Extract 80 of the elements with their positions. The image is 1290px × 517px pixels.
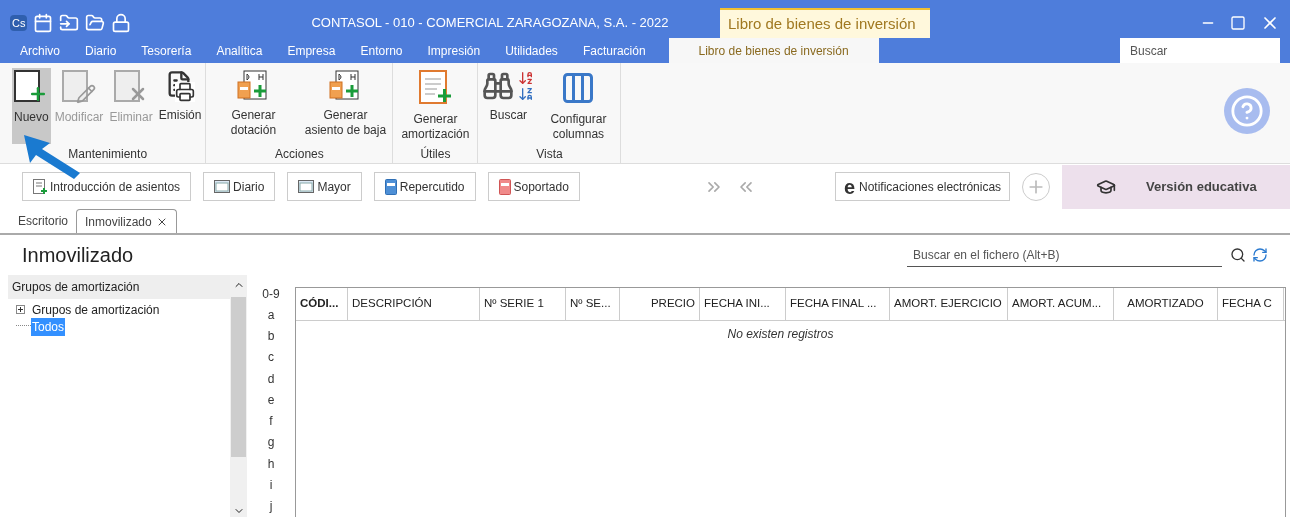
column-header[interactable]: AMORT. ACUM... bbox=[1008, 288, 1114, 320]
folder-open-icon[interactable] bbox=[85, 13, 106, 33]
group-label: Vista bbox=[535, 146, 564, 163]
column-header[interactable]: AMORTIZADO bbox=[1114, 288, 1218, 320]
maximize-icon[interactable] bbox=[1230, 15, 1246, 31]
scrollbar[interactable] bbox=[230, 275, 247, 517]
book-icon bbox=[498, 178, 511, 195]
lock-icon[interactable] bbox=[111, 13, 132, 33]
edition-banner: Versión educativa bbox=[1062, 164, 1290, 209]
expand-toggle[interactable] bbox=[16, 305, 25, 314]
column-header[interactable]: Nº SE... bbox=[566, 288, 620, 320]
group-label: Útiles bbox=[419, 145, 452, 163]
ribbon-button[interactable]: Buscar bbox=[480, 68, 537, 144]
window-title: CONTASOL - 010 - COMERCIAL ZARAGOZANA, S.A. - 2022 bbox=[310, 14, 670, 33]
context-title: Libro de bienes de inversión bbox=[720, 8, 930, 38]
menu-tab[interactable]: Impresión bbox=[417, 38, 491, 63]
menu-tab[interactable]: Diario bbox=[75, 38, 127, 63]
letter-filter[interactable]: d bbox=[267, 368, 275, 390]
sort-descending-icon bbox=[518, 86, 535, 102]
letter-filter[interactable]: g bbox=[267, 431, 275, 454]
shortcut-button[interactable]: Repercutido bbox=[373, 172, 476, 201]
menu-tab[interactable]: Entorno bbox=[350, 38, 413, 63]
group-label: Mantenimiento bbox=[67, 146, 149, 163]
document-tab[interactable]: Inmovilizado bbox=[76, 209, 177, 233]
sort-ascending-icon bbox=[518, 70, 535, 86]
ribbon-button[interactable]: Configurar columnas bbox=[538, 68, 619, 144]
column-header[interactable]: PRECIO bbox=[620, 288, 700, 320]
letter-filter[interactable]: c bbox=[268, 346, 274, 369]
page-title: Inmovilizado bbox=[22, 243, 134, 268]
document-tab[interactable]: Escritorio bbox=[10, 209, 76, 233]
search-icon[interactable] bbox=[1230, 247, 1246, 263]
refresh-icon[interactable] bbox=[1252, 247, 1268, 263]
window-icon bbox=[214, 179, 231, 194]
letter-filter[interactable]: h bbox=[267, 453, 275, 475]
menu-tab[interactable]: Utilidades bbox=[495, 38, 568, 63]
ribbon-button[interactable]: Generar dotación bbox=[208, 68, 299, 144]
letter-filter[interactable]: f bbox=[269, 410, 273, 432]
letter-filter[interactable]: j bbox=[269, 495, 273, 517]
folder-import-icon[interactable] bbox=[59, 13, 80, 33]
ribbon-button[interactable]: Nuevo bbox=[12, 68, 51, 144]
file-search-field[interactable]: Buscar en el fichero (Alt+B) bbox=[907, 243, 1222, 267]
shortcut-button[interactable]: Mayor bbox=[287, 172, 362, 201]
sheet-add-icon bbox=[418, 70, 453, 106]
shortcut-button[interactable]: Soportado bbox=[487, 172, 580, 201]
column-header[interactable]: DESCRIPCIÓN bbox=[348, 288, 480, 320]
entry-form-icon bbox=[33, 178, 47, 195]
notifications-button[interactable]: e Notificaciones electrónicas bbox=[834, 172, 1011, 201]
menu-tab[interactable]: Analítica bbox=[206, 38, 273, 63]
search-field[interactable]: Buscar bbox=[1120, 38, 1280, 63]
calendar-icon[interactable] bbox=[33, 13, 54, 33]
letter-filter[interactable]: b bbox=[267, 325, 275, 347]
menu-tab[interactable]: Tesorería bbox=[131, 38, 202, 63]
app-logo: Cs bbox=[10, 14, 28, 32]
binoculars-icon bbox=[482, 70, 515, 102]
ribbon-button[interactable]: Generar asiento de baja bbox=[300, 68, 391, 144]
column-header[interactable]: Nº SERIE 1 bbox=[480, 288, 566, 320]
letter-filter[interactable]: i bbox=[269, 474, 273, 496]
ribbon-button[interactable]: Emisión bbox=[156, 68, 204, 144]
column-header[interactable]: FECHA INI... bbox=[700, 288, 786, 320]
column-header[interactable]: FECHA C bbox=[1218, 288, 1284, 320]
letter-filter[interactable]: a bbox=[267, 304, 275, 326]
menu-tab[interactable]: Archivo bbox=[10, 38, 70, 63]
ribbon-button[interactable]: Generar amortización bbox=[395, 68, 476, 144]
tree-header: Grupos de amortización bbox=[8, 275, 230, 299]
column-header[interactable]: FECHA FINAL ... bbox=[786, 288, 890, 320]
tree-item[interactable]: Grupos de amortización bbox=[31, 300, 161, 319]
shortcut-button[interactable]: Introducción de asientos bbox=[22, 172, 192, 201]
menu-tab[interactable]: Empresa bbox=[277, 38, 346, 63]
edit-document-icon bbox=[62, 70, 97, 104]
book-icon bbox=[384, 178, 397, 195]
menu-tab[interactable]: Facturación bbox=[572, 38, 656, 63]
empty-message: No existen registros bbox=[727, 326, 834, 343]
column-header[interactable]: AMORT. EJERCICIO bbox=[890, 288, 1008, 320]
letter-filter[interactable]: 0-9 bbox=[262, 283, 280, 305]
shortcut-button[interactable]: Diario bbox=[203, 172, 276, 201]
column-header[interactable]: CÓDI... bbox=[296, 288, 348, 320]
letter-filter[interactable]: e bbox=[267, 389, 275, 411]
group-label: Acciones bbox=[274, 146, 325, 163]
window-icon bbox=[298, 179, 315, 194]
menu-tab[interactable]: Libro de bienes de inversión bbox=[668, 38, 879, 63]
